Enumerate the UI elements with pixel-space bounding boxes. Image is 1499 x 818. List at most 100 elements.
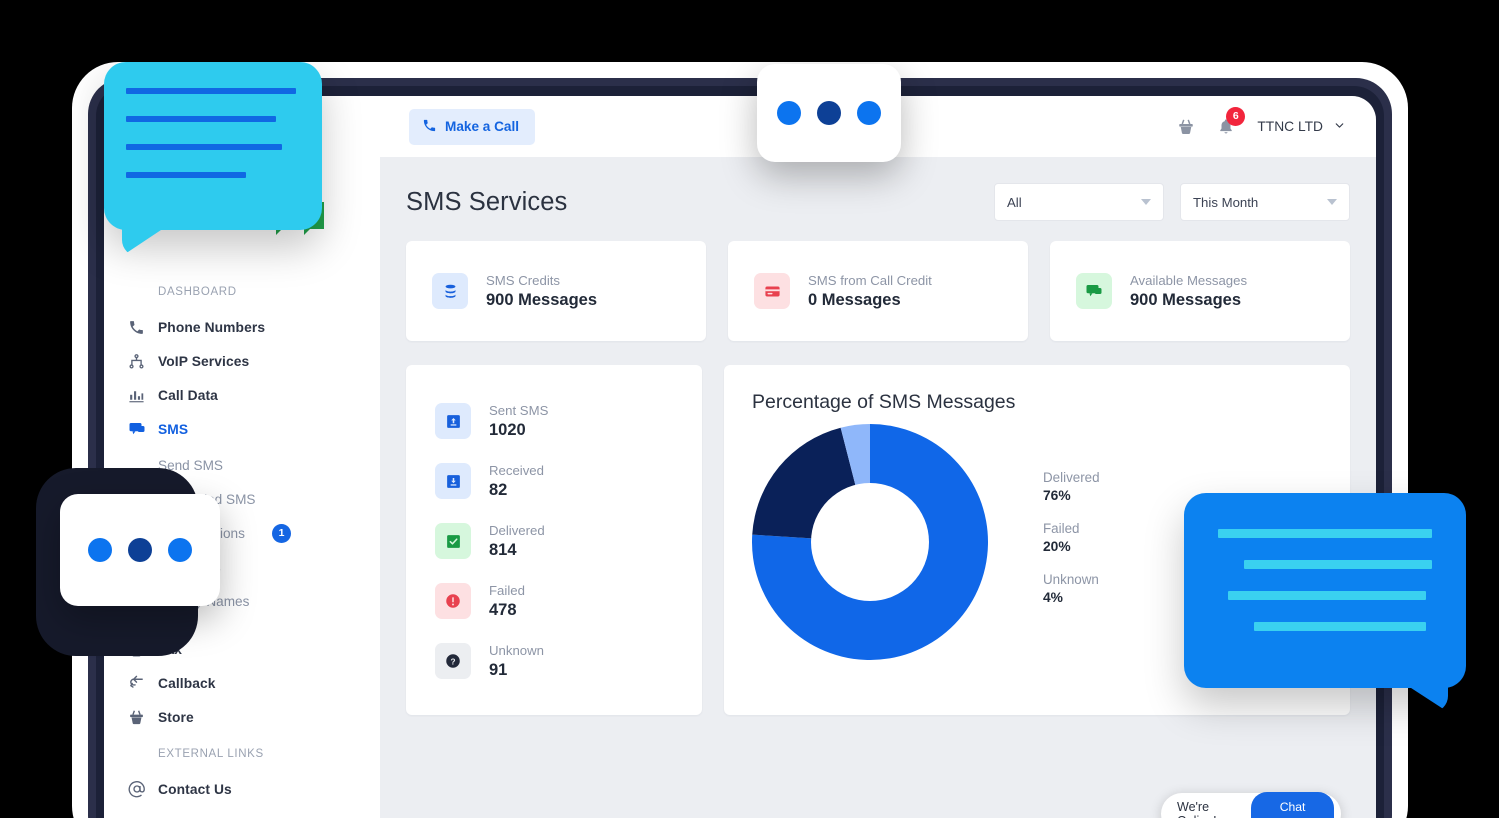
page-header: SMS Services All This Month bbox=[406, 157, 1350, 221]
donut-chart bbox=[752, 424, 988, 660]
header-right-cluster: 6 TTNC LTD bbox=[1177, 106, 1376, 136]
scope-filter-select[interactable]: All bbox=[994, 183, 1164, 221]
dot-icon bbox=[128, 538, 152, 562]
sidebar-item-label: SMS bbox=[158, 421, 189, 437]
sidebar-item-label: Store bbox=[158, 709, 194, 725]
check-box-icon bbox=[435, 523, 471, 559]
account-name: TTNC LTD bbox=[1257, 119, 1323, 134]
chart-legend: Delivered 76% Failed 20% Unknown 4% bbox=[1043, 470, 1100, 623]
dot-icon bbox=[88, 538, 112, 562]
chat-now-button[interactable]: Chat now bbox=[1251, 792, 1334, 818]
scope-filter-value: All bbox=[1007, 194, 1022, 210]
summary-card-text: SMS Credits 900 Messages bbox=[486, 273, 597, 310]
period-filter-select[interactable]: This Month bbox=[1180, 183, 1350, 221]
bell-icon[interactable]: 6 bbox=[1217, 106, 1246, 136]
sidebar-item-label: VoIP Services bbox=[158, 353, 250, 369]
basket-icon bbox=[128, 709, 158, 726]
sidebar-item-phone-numbers[interactable]: Phone Numbers bbox=[104, 310, 380, 344]
chevron-down-icon bbox=[1141, 199, 1151, 205]
credit-card-icon bbox=[754, 273, 790, 309]
legend-value: 4% bbox=[1043, 590, 1063, 605]
phone-icon bbox=[422, 118, 437, 136]
legend-item-delivered: Delivered 76% bbox=[1043, 470, 1100, 503]
account-menu[interactable]: TTNC LTD bbox=[1257, 119, 1346, 135]
sidebar-item-call-data[interactable]: Call Data bbox=[104, 378, 380, 412]
breakdown-row-failed: Failed 478 bbox=[406, 571, 702, 631]
question-icon: ? bbox=[435, 643, 471, 679]
main-content: SMS Services All This Month SMS Credits … bbox=[380, 157, 1376, 818]
make-a-call-button[interactable]: Make a Call bbox=[409, 108, 536, 145]
sidebar-item-sms[interactable]: SMS bbox=[104, 412, 380, 446]
decor-dots-card-top bbox=[757, 64, 901, 162]
sidebar-item-store[interactable]: Store bbox=[104, 700, 380, 734]
chat-status-text: We're Online! bbox=[1177, 800, 1217, 818]
legend-label: Failed bbox=[1043, 521, 1080, 536]
breakdown-text: Failed 478 bbox=[489, 583, 525, 620]
breakdown-text: Received 82 bbox=[489, 463, 544, 500]
sidebar-item-voip-services[interactable]: VoIP Services bbox=[104, 344, 380, 378]
dot-icon bbox=[777, 101, 801, 125]
summary-cards-row: SMS Credits 900 Messages SMS from Call C… bbox=[406, 241, 1350, 341]
breakdown-value: 1020 bbox=[489, 420, 526, 439]
summary-card-sms-from-call-credit: SMS from Call Credit 0 Messages bbox=[728, 241, 1028, 341]
summary-card-sms-credits: SMS Credits 900 Messages bbox=[406, 241, 706, 341]
nav-section-external-links: EXTERNAL LINKS bbox=[158, 748, 264, 760]
breakdown-value: 478 bbox=[489, 600, 517, 619]
breakdown-label: Failed bbox=[489, 582, 525, 598]
legend-value: 20% bbox=[1043, 539, 1071, 554]
live-chat-widget: We're Online! Chat now bbox=[1161, 792, 1341, 818]
basket-icon[interactable] bbox=[1177, 118, 1195, 136]
callback-icon bbox=[128, 675, 158, 692]
legend-item-unknown: Unknown 4% bbox=[1043, 572, 1100, 605]
filter-group: All This Month bbox=[994, 183, 1350, 221]
chart-title: Percentage of SMS Messages bbox=[752, 391, 1016, 413]
sidebar-item-label: Contact Us bbox=[158, 781, 232, 797]
chevron-down-icon bbox=[1327, 199, 1337, 205]
nav-section-dashboard: DASHBOARD bbox=[158, 286, 237, 298]
screenshot-stage: T T N C DASHBOARD Phone Numbers Vo bbox=[0, 0, 1499, 818]
notification-count-badge: 6 bbox=[1226, 106, 1246, 126]
sms-breakdown-card: Sent SMS 1020 Received 82 Delivered 814 … bbox=[406, 365, 702, 715]
sidebar-item-contact-us[interactable]: Contact Us bbox=[104, 772, 380, 806]
summary-card-text: SMS from Call Credit 0 Messages bbox=[808, 273, 932, 310]
sidebar-item-callback[interactable]: Callback bbox=[104, 666, 380, 700]
chat-icon bbox=[1076, 273, 1112, 309]
sidebar-item-label: Phone Numbers bbox=[158, 319, 266, 335]
svg-text:?: ? bbox=[450, 657, 455, 666]
summary-card-text: Available Messages 900 Messages bbox=[1130, 273, 1247, 310]
legend-label: Delivered bbox=[1043, 470, 1100, 485]
dot-icon bbox=[817, 101, 841, 125]
chat-icon bbox=[128, 420, 158, 438]
summary-card-value: 0 Messages bbox=[808, 290, 901, 309]
breakdown-value: 91 bbox=[489, 660, 508, 679]
sidebar-item-label: Call Data bbox=[158, 387, 218, 403]
dot-icon bbox=[168, 538, 192, 562]
network-icon bbox=[128, 353, 158, 370]
breakdown-value: 82 bbox=[489, 480, 508, 499]
breakdown-label: Delivered bbox=[489, 522, 545, 538]
upload-icon bbox=[435, 403, 471, 439]
sidebar-item-label: Callback bbox=[158, 675, 216, 691]
database-icon bbox=[432, 273, 468, 309]
download-icon bbox=[435, 463, 471, 499]
breakdown-text: Delivered 814 bbox=[489, 523, 545, 560]
chevron-down-icon bbox=[1333, 119, 1346, 135]
legend-label: Unknown bbox=[1043, 572, 1099, 587]
bar-chart-icon bbox=[128, 387, 158, 404]
decor-dots-card-left bbox=[60, 494, 220, 606]
period-filter-value: This Month bbox=[1193, 194, 1259, 210]
breakdown-text: Unknown 91 bbox=[489, 643, 544, 680]
alert-icon bbox=[435, 583, 471, 619]
donut-hole bbox=[811, 483, 929, 601]
legend-item-failed: Failed 20% bbox=[1043, 521, 1100, 554]
decor-chat-bubble-blue bbox=[1184, 493, 1466, 712]
summary-card-value: 900 Messages bbox=[1130, 290, 1241, 309]
breakdown-row-sent-sms: Sent SMS 1020 bbox=[406, 391, 702, 451]
breakdown-row-received: Received 82 bbox=[406, 451, 702, 511]
breakdown-row-delivered: Delivered 814 bbox=[406, 511, 702, 571]
legend-value: 76% bbox=[1043, 488, 1071, 503]
phone-icon bbox=[128, 319, 158, 336]
summary-card-label: SMS from Call Credit bbox=[808, 272, 932, 288]
breakdown-label: Sent SMS bbox=[489, 402, 549, 418]
